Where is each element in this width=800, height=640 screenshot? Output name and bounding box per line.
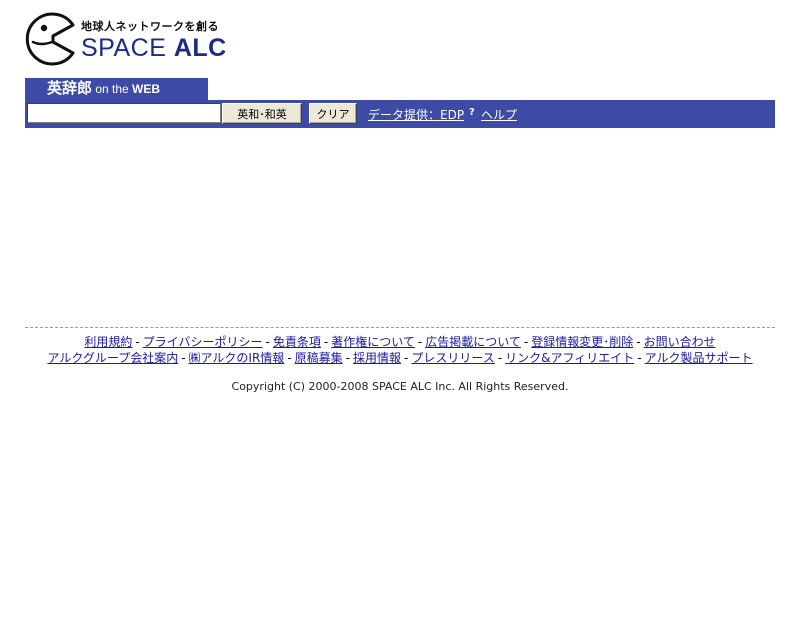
brand-alc: ALC <box>173 34 227 62</box>
search-input[interactable] <box>27 103 221 123</box>
data-provider-link[interactable]: データ提供：EDP <box>368 106 464 123</box>
footer-separator: - <box>523 335 529 349</box>
copyright-text: Copyright (C) 2000-2008 SPACE ALC Inc. A… <box>231 380 569 393</box>
footer-separator: - <box>181 351 186 365</box>
footer-link-group-companies[interactable]: アルクグループ会社案内 <box>48 351 179 365</box>
footer-link-careers[interactable]: 採用情報 <box>353 351 401 365</box>
brand-space: SPACE <box>81 34 167 62</box>
footer-separator: - <box>497 351 503 365</box>
footer-row-2: アルクグループ会社案内 - ㈱アルクのIR情報 - 原稿募集 - 採用情報 - プレスリリース -… <box>25 350 775 366</box>
footer-separator: - <box>265 335 270 349</box>
footer-link-press[interactable]: プレスリリース <box>411 351 494 365</box>
footer-row-1: 利用規約 - プライバシーポリシー - 免責条項 - 著作権について - 広告掲載について - 登録… <box>25 334 775 350</box>
footer-links: 利用規約 - プライバシーポリシー - 免責条項 - 著作権について - 広告掲載について - 登録… <box>25 334 775 366</box>
footer-separator: - <box>345 351 351 365</box>
footer-separator: - <box>287 351 292 365</box>
footer-divider <box>25 327 775 328</box>
product-name-web: WEB <box>132 82 161 96</box>
footer-separator: - <box>323 335 329 349</box>
footer-link-copyright[interactable]: 著作権について <box>331 335 415 349</box>
footer-link-ir[interactable]: ㈱アルクのIR情報 <box>189 351 285 365</box>
product-name-jp: 英辞郎 <box>47 80 93 97</box>
footer-link-manuscripts[interactable]: 原稿募集 <box>295 351 343 365</box>
product-tab: 英辞郎 on the WEB <box>25 78 208 100</box>
search-button[interactable]: 英和･和英 <box>222 103 302 124</box>
mascot-icon <box>25 12 75 66</box>
logo-wordmark: SPACE ALC <box>81 34 227 63</box>
footer-link-account[interactable]: 登録情報変更･削除 <box>531 335 633 349</box>
footer-separator: - <box>636 335 641 349</box>
footer-link-advertising[interactable]: 広告掲載について <box>425 335 521 349</box>
footer-separator: - <box>404 351 409 365</box>
footer-link-contact[interactable]: お問い合わせ <box>644 335 716 349</box>
product-name-on: on the <box>92 82 133 96</box>
search-bar: 英和･和英 クリア データ提供：EDP ? ヘルプ <box>25 100 775 128</box>
footer-separator: - <box>417 335 423 349</box>
logo-tagline: 地球人ネットワークを創る <box>81 20 219 33</box>
footer-link-terms[interactable]: 利用規約 <box>84 335 132 349</box>
footer-separator: - <box>637 351 642 365</box>
footer-separator: - <box>135 335 140 349</box>
footer-link-disclaimer[interactable]: 免責条項 <box>273 335 321 349</box>
site-logo[interactable]: 地球人ネットワークを創る SPACE ALC <box>25 12 235 68</box>
help-link[interactable]: ヘルプ <box>481 106 517 123</box>
clear-button[interactable]: クリア <box>309 103 357 124</box>
help-icon: ? <box>469 107 475 118</box>
footer-link-support[interactable]: アルク製品サポート <box>645 351 753 365</box>
footer-link-affiliate[interactable]: リンク&アフィリエイト <box>505 351 634 365</box>
footer-link-privacy[interactable]: プライバシーポリシー <box>143 335 263 349</box>
